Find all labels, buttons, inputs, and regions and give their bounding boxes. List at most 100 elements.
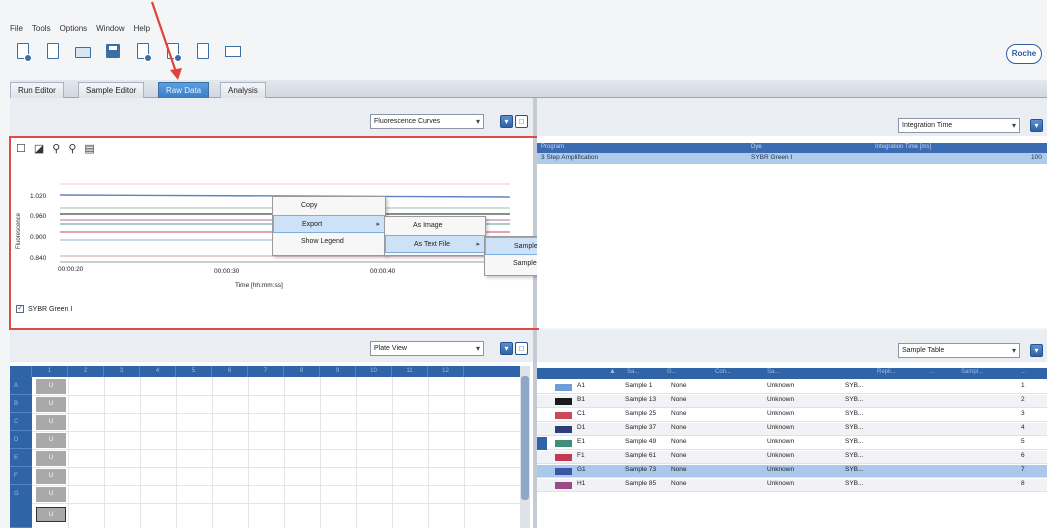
sample-row[interactable]: G1 Sample 73 None Unknown SYB... 7 — [537, 465, 1047, 478]
well-f1[interactable]: U — [36, 469, 66, 484]
col-sample-number[interactable]: Sampl... — [961, 369, 983, 375]
sample-color-swatch[interactable] — [555, 384, 572, 391]
plate-col[interactable]: 6 — [212, 366, 248, 377]
sample-color-swatch[interactable] — [555, 398, 572, 405]
sample-color-swatch[interactable] — [555, 440, 572, 447]
col-dye[interactable]: Dye — [751, 144, 762, 150]
grid-divider — [284, 377, 285, 528]
context-menu: Copy Export ▸ Show Legend — [272, 196, 386, 256]
plate-row-g[interactable]: G — [10, 485, 32, 528]
plate-restore-button[interactable]: □ — [515, 342, 528, 355]
program-row[interactable]: 3 Step Amplification SYBR Green I 100 — [537, 153, 1047, 164]
sample-row[interactable]: A1 Sample 1 None Unknown SYB... 1 — [537, 381, 1047, 394]
sample-row[interactable]: D1 Sample 37 None Unknown SYB... 4 — [537, 423, 1047, 436]
col-integration-time[interactable]: Integration Time [ms] — [875, 144, 931, 150]
sample-dye: SYB... — [845, 452, 864, 459]
sample-type: Unknown — [767, 424, 795, 431]
sample-row[interactable]: E1 Sample 49 None Unknown SYB... 5 — [537, 437, 1047, 450]
sample-view-select[interactable]: Sample Table — [898, 343, 1020, 358]
sample-pin-button[interactable]: ▾ — [1030, 344, 1043, 357]
program-pin-button[interactable]: ▾ — [1030, 119, 1043, 132]
sample-color-swatch[interactable] — [555, 468, 572, 475]
legend-label: SYBR Green I — [28, 305, 73, 313]
plate-col[interactable]: 3 — [104, 366, 140, 377]
col-more[interactable]: ... — [929, 369, 934, 375]
sample-name: Sample 61 — [625, 452, 657, 459]
plate-col[interactable]: 4 — [140, 366, 176, 377]
scrollbar-thumb[interactable] — [521, 376, 529, 500]
menu-item-show-legend[interactable]: Show Legend — [273, 233, 385, 251]
grid-divider — [32, 395, 520, 396]
grid-divider — [68, 377, 69, 528]
program-time: 100 — [1031, 154, 1042, 161]
plate-row-a[interactable]: A — [10, 377, 32, 395]
grid-divider — [176, 377, 177, 528]
col-replicate[interactable]: Repli... — [877, 369, 896, 375]
sample-dye: SYB... — [845, 438, 864, 445]
plate-view-select[interactable]: Plate View — [370, 341, 484, 356]
sample-group: None — [671, 452, 687, 459]
plate-column-header: 1 2 3 4 5 6 7 8 9 10 11 12 — [10, 366, 520, 377]
sample-name: Sample 85 — [625, 480, 657, 487]
sample-row[interactable]: B1 Sample 13 None Unknown SYB... 2 — [537, 395, 1047, 408]
legend-sybr-checkbox[interactable]: SYBR Green I — [16, 303, 73, 313]
program-dye: SYBR Green I — [751, 154, 793, 161]
sample-group: None — [671, 396, 687, 403]
plate-col[interactable]: 2 — [68, 366, 104, 377]
well-d1[interactable]: U — [36, 433, 66, 448]
sample-color-swatch[interactable] — [555, 482, 572, 489]
grid-divider — [428, 377, 429, 528]
well-h1[interactable]: U — [36, 507, 66, 522]
menu-item-export[interactable]: Export ▸ — [273, 215, 385, 233]
sample-row[interactable]: F1 Sample 61 None Unknown SYB... 6 — [537, 451, 1047, 464]
plate-pin-button[interactable]: ▾ — [500, 342, 513, 355]
well-c1[interactable]: U — [36, 415, 66, 430]
well-e1[interactable]: U — [36, 451, 66, 466]
checkbox-checked-icon[interactable] — [16, 303, 24, 313]
sort-up-icon[interactable]: ▲ — [609, 368, 616, 375]
grid-divider — [32, 503, 520, 504]
col-extra[interactable]: ... — [1021, 369, 1026, 375]
plate-row-b[interactable]: B — [10, 395, 32, 413]
sample-type: Unknown — [767, 396, 795, 403]
program-view-select[interactable]: Integration Time — [898, 118, 1020, 133]
sample-dye: SYB... — [845, 480, 864, 487]
menu-item-as-text-file[interactable]: As Text File ▸ — [385, 235, 485, 253]
sample-number: 6 — [1021, 452, 1025, 459]
col-concentration[interactable]: Con... — [715, 369, 731, 375]
sample-type: Unknown — [767, 452, 795, 459]
plate-col[interactable]: 7 — [248, 366, 284, 377]
well-a1[interactable]: U — [36, 379, 66, 394]
sample-row[interactable]: C1 Sample 25 None Unknown SYB... 3 — [537, 409, 1047, 422]
plate-col[interactable]: 9 — [320, 366, 356, 377]
col-group[interactable]: G... — [667, 369, 677, 375]
grid-divider — [32, 413, 520, 414]
col-sample-type[interactable]: Sa... — [767, 369, 779, 375]
well-b1[interactable]: U — [36, 397, 66, 412]
plate-row-f[interactable]: F — [10, 467, 32, 485]
plate-col[interactable]: 10 — [356, 366, 392, 377]
sample-color-swatch[interactable] — [555, 412, 572, 419]
sample-name: Sample 25 — [625, 410, 657, 417]
plate-col[interactable]: 12 — [428, 366, 464, 377]
plate-row-e[interactable]: E — [10, 449, 32, 467]
menu-item-copy[interactable]: Copy — [273, 197, 385, 215]
program-name: 3 Step Amplification — [541, 154, 599, 161]
plate-col[interactable]: 5 — [176, 366, 212, 377]
sample-color-swatch[interactable] — [555, 454, 572, 461]
plate-col[interactable]: 11 — [392, 366, 428, 377]
plate-row-c[interactable]: C — [10, 413, 32, 431]
plate-col[interactable]: 1 — [32, 366, 68, 377]
export-submenu: As Image As Text File ▸ — [384, 216, 486, 256]
plate-col[interactable]: 8 — [284, 366, 320, 377]
plate-row-d[interactable]: D — [10, 431, 32, 449]
sample-dye: SYB... — [845, 396, 864, 403]
well-g1[interactable]: U — [36, 487, 66, 502]
sample-name: Sample 49 — [625, 438, 657, 445]
col-sample-name[interactable]: Sa... — [627, 369, 639, 375]
sample-row[interactable]: H1 Sample 85 None Unknown SYB... 8 — [537, 479, 1047, 492]
menu-item-as-image[interactable]: As Image — [385, 217, 485, 235]
sample-color-swatch[interactable] — [555, 426, 572, 433]
col-program[interactable]: Program — [541, 144, 564, 150]
plate-scrollbar[interactable] — [520, 366, 530, 528]
